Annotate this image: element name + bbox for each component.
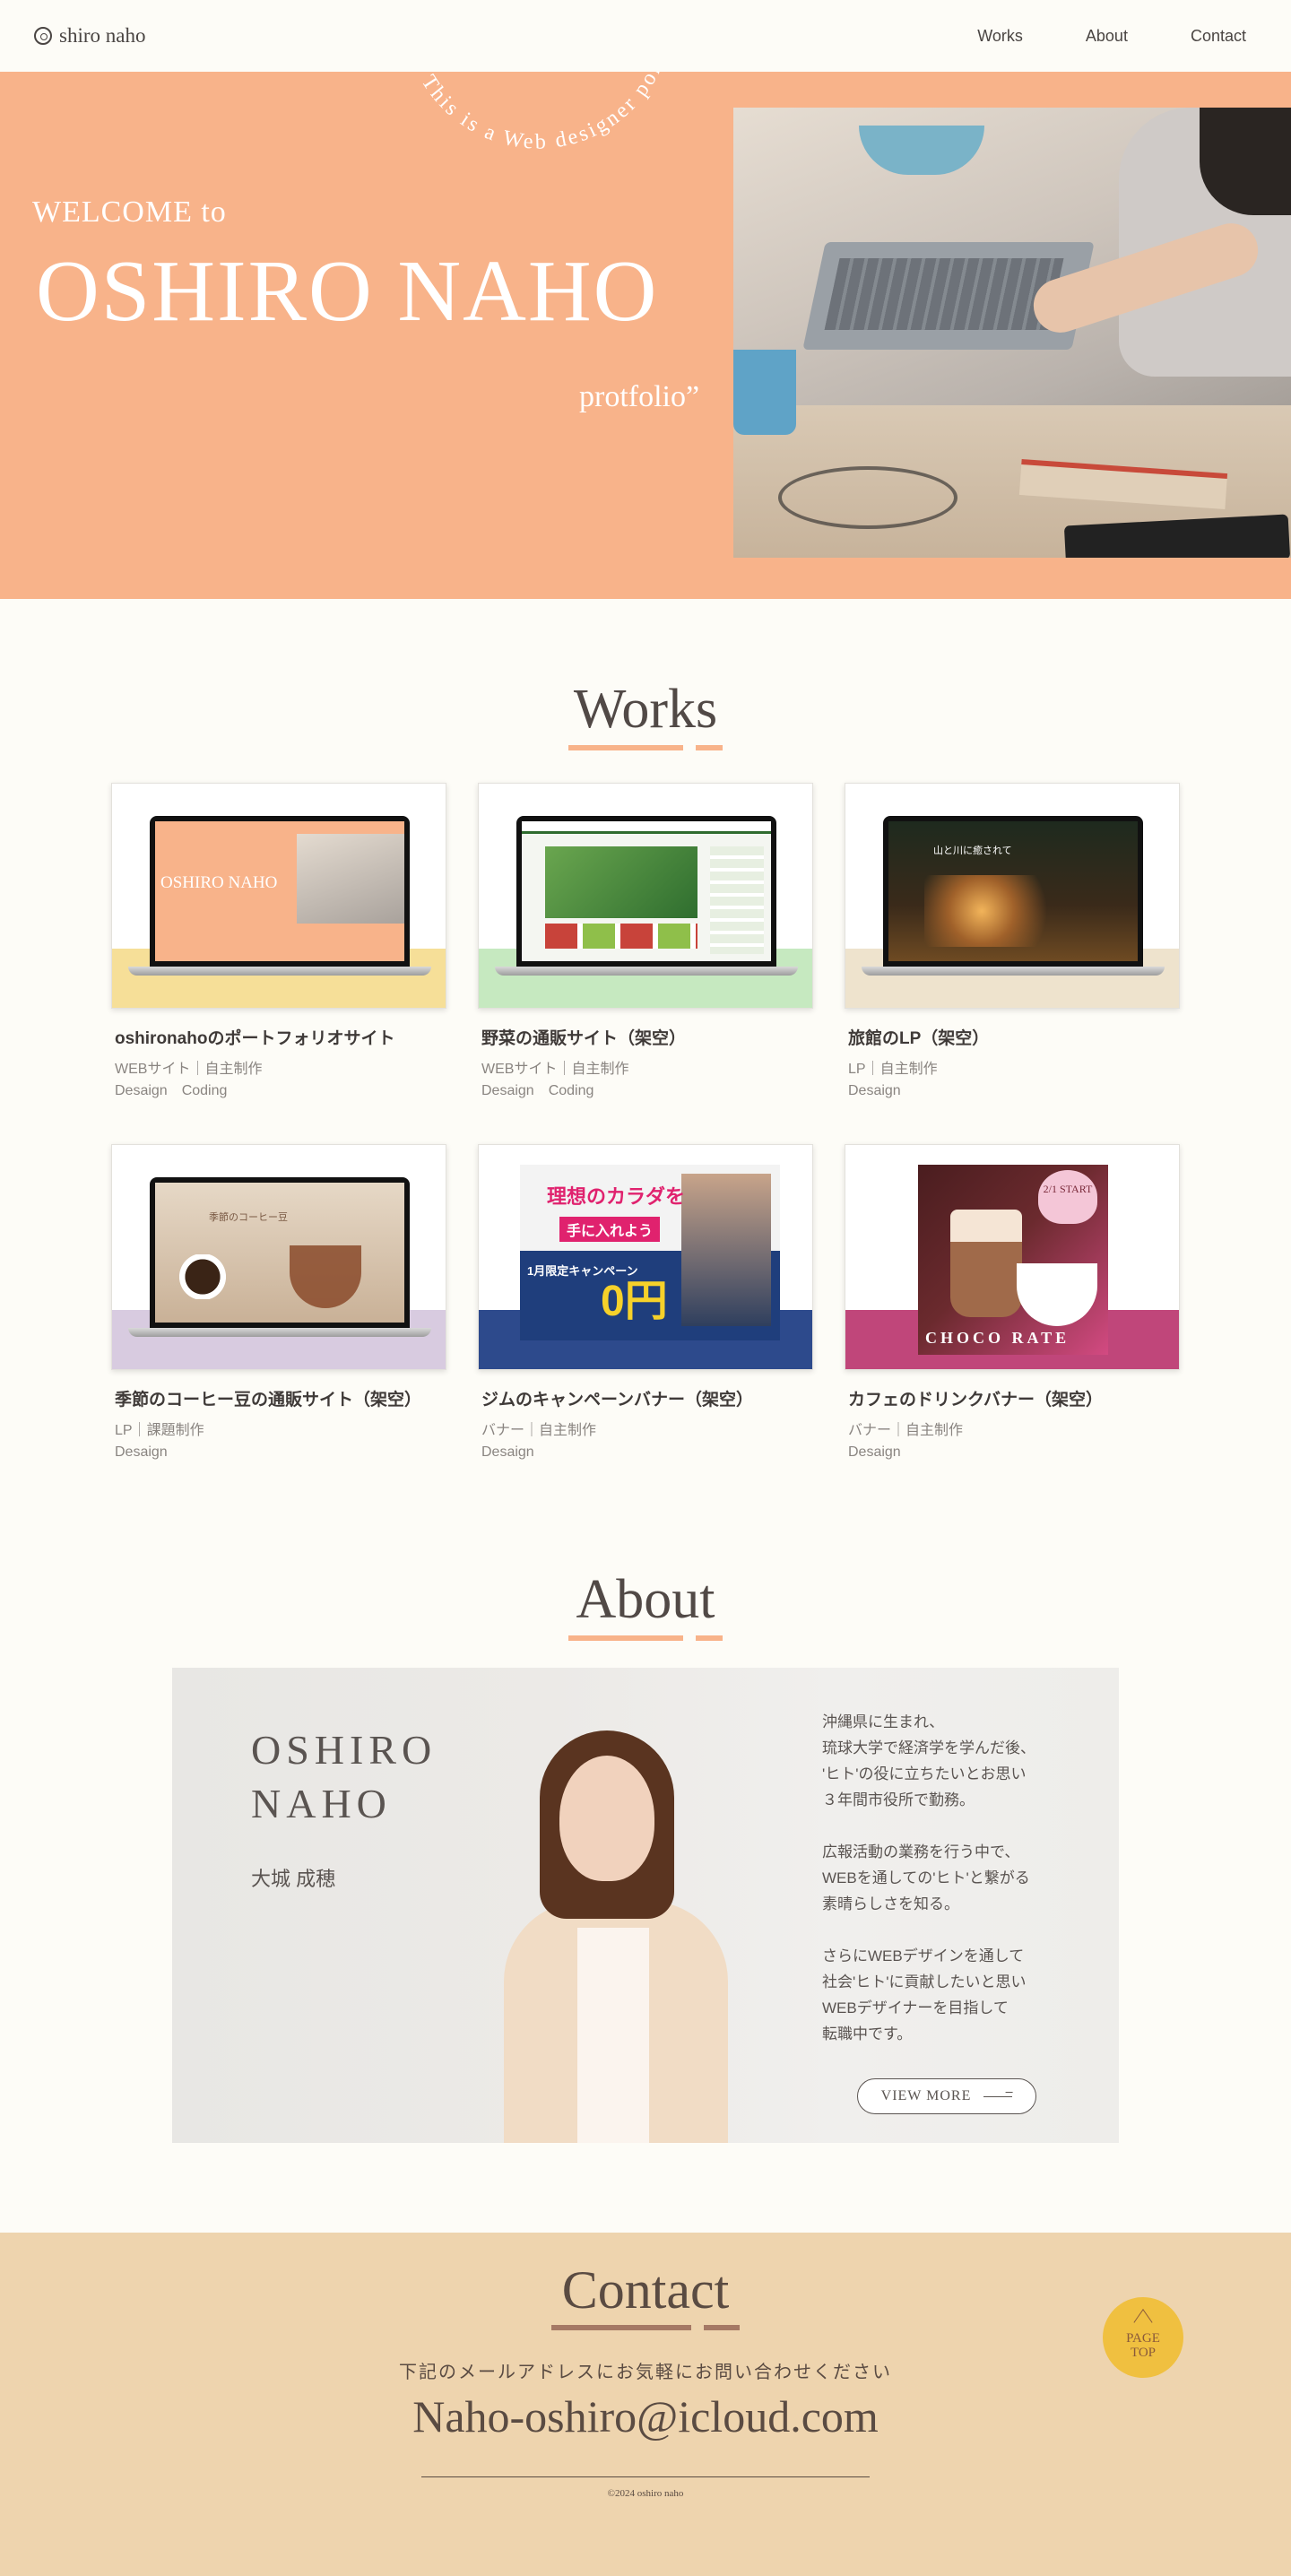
work-tag: Coding [181,1083,228,1098]
work-meta: LP｜自主制作 [848,1062,938,1077]
work-title[interactable]: ジムのキャンペーンバナー（架空） [478,1386,813,1410]
profile-portrait [504,1730,737,2143]
work-meta: バナー｜自主制作 [481,1423,597,1438]
banner-person [681,1174,771,1326]
banner-cup [1017,1263,1097,1326]
work-thumbnail[interactable]: 山と川に癒されて [845,783,1180,1009]
work-title[interactable]: 旅館のLP（架空） [845,1025,1180,1049]
banner-title: 理想のカラダを [547,1185,686,1208]
banner-subtitle: 手に入れよう [559,1217,661,1242]
laptop-mockup: 季節のコーヒー豆 [128,1177,431,1337]
screen-title: OSHIRO NAHO [160,873,278,892]
main-nav: Works About Contact [977,27,1246,46]
work-card[interactable]: 季節のコーヒー豆 季節のコーヒー豆の通販サイト（架空） LP｜課題制作 Desa… [111,1144,446,1461]
work-title[interactable]: 野菜の通販サイト（架空） [478,1025,813,1049]
work-tag: Desaign [115,1444,168,1460]
photo-bowl [859,126,984,175]
arrow-right-icon [983,2092,1013,2101]
work-thumbnail[interactable]: 2/1 START CHOCO RATE [845,1144,1180,1370]
about-bio: 沖縄県に生まれ、 琉球大学で経済学を学んだ後、 'ヒト'の役に立ちたいとお思い … [822,1713,1035,2043]
works-section: Works OSHIRO NAHO oshironahoのポートフォリオサイト … [0,599,1291,1461]
banner-heart: 2/1 START [1038,1170,1097,1224]
hero-name: OSHIRO NAHO [36,243,659,340]
works-grid: OSHIRO NAHO oshironahoのポートフォリオサイト WEBサイト… [111,783,1180,1461]
work-tags: Desaign Coding [111,1083,446,1099]
work-tags: Desaign Coding [478,1083,813,1099]
work-title[interactable]: 季節のコーヒー豆の通販サイト（架空） [111,1386,446,1410]
work-title[interactable]: カフェのドリンクバナー（架空） [845,1386,1180,1410]
hero-photo [733,108,1291,558]
contact-title: Contact [561,2260,730,2320]
about-name-en: OSHIRO NAHO [251,1727,438,1826]
gym-banner: 理想のカラダを 手に入れよう 1月限定キャンペーン 0円 [520,1165,780,1340]
laptop-mockup: OSHIRO NAHO [128,816,431,976]
work-card[interactable]: 理想のカラダを 手に入れよう 1月限定キャンペーン 0円 ジムのキャンペーンバナ… [478,1144,813,1461]
work-card[interactable]: 野菜の通販サイト（架空） WEBサイト｜自主制作 Desaign Coding [478,783,813,1099]
footer-divider [421,2476,870,2477]
work-thumbnail[interactable]: 理想のカラダを 手に入れよう 1月限定キャンペーン 0円 [478,1144,813,1370]
work-thumbnail[interactable] [478,783,813,1009]
page-top-button[interactable]: PAGE TOP [1103,2297,1183,2378]
work-tags: Desaign [111,1444,446,1461]
view-more-button[interactable]: VIEW MORE [857,2078,1036,2114]
hero-portfolio-text: protfolio” [579,380,700,413]
screen-title: 季節のコーヒー豆 [209,1212,288,1223]
site-header: shiro naho Works About Contact [0,0,1291,72]
work-card[interactable]: 山と川に癒されて 旅館のLP（架空） LP｜自主制作 Desaign [845,783,1180,1099]
nav-works[interactable]: Works [977,27,1023,46]
work-tags: Desaign [845,1083,1180,1099]
logo-icon [34,27,52,45]
work-tag: Desaign [481,1444,534,1460]
contact-section: Contact 下記のメールアドレスにお気軽にお問い合わせください Naho-o… [0,2233,1291,2576]
work-meta: WEBサイト｜自主制作 [481,1062,629,1077]
svg-text:This is a Web designer portf: This is a Web designer portf [394,72,667,154]
view-more-label: VIEW MORE [880,2088,972,2103]
contact-lead: 下記のメールアドレスにお気軽にお問い合わせください [399,2363,892,2382]
laptop-mockup: 山と川に癒されて [862,816,1165,976]
contact-title-underline [0,2325,1291,2330]
nav-about[interactable]: About [1086,27,1128,46]
work-card[interactable]: 2/1 START CHOCO RATE カフェのドリンクバナー（架空） バナー… [845,1144,1180,1461]
work-thumbnail[interactable]: 季節のコーヒー豆 [111,1144,446,1370]
about-title-underline [0,1635,1291,1641]
photo-glasses [778,466,957,529]
work-thumbnail[interactable]: OSHIRO NAHO [111,783,446,1009]
page-top-label: TOP [1130,2346,1157,2360]
work-title[interactable]: oshironahoのポートフォリオサイト [111,1025,446,1049]
work-meta: LP｜課題制作 [115,1423,204,1438]
work-tags: Desaign [478,1444,813,1461]
photo-mug [733,350,796,435]
work-meta: バナー｜自主制作 [848,1423,964,1438]
work-tag: Coding [548,1083,594,1098]
work-card[interactable]: OSHIRO NAHO oshironahoのポートフォリオサイト WEBサイト… [111,783,446,1099]
banner-word: CHOCO RATE [925,1328,1070,1347]
hero-section: This is a Web designer portf WELCOME to … [0,72,1291,599]
about-title: About [576,1569,715,1630]
contact-email-link[interactable]: Naho-oshiro@icloud.com [0,2390,1291,2442]
work-meta: WEBサイト｜自主制作 [115,1062,263,1077]
work-tag: Desaign [848,1444,901,1460]
photo-keyboard [824,258,1064,330]
hero-welcome: WELCOME to [32,195,227,229]
works-title-underline [0,745,1291,750]
work-tag: Desaign [115,1083,168,1098]
banner-price: 0円 [601,1278,668,1325]
logo-text: shiro naho [59,24,146,47]
laptop-mockup [495,816,798,976]
work-tag: Desaign [481,1083,534,1098]
site-logo[interactable]: shiro naho [34,24,145,48]
about-card: OSHIRO NAHO 大城 成穂 沖縄県に生まれ、 琉球大学で経済学を学んだ後… [172,1668,1119,2143]
works-title: Works [573,679,718,740]
work-tags: Desaign [845,1444,1180,1461]
screen-title: 山と川に癒されて [933,846,1012,856]
work-tag: Desaign [848,1083,901,1098]
about-section: About OSHIRO NAHO 大城 成穂 沖縄県に生まれ、 琉球大学で経済… [0,1461,1291,2143]
cafe-banner: 2/1 START CHOCO RATE [918,1165,1108,1355]
about-name-jp: 大城 成穂 [251,1868,336,1890]
copyright: ©2024 oshiro naho [607,2488,684,2499]
nav-contact[interactable]: Contact [1191,27,1246,46]
banner-drink [950,1210,1022,1317]
